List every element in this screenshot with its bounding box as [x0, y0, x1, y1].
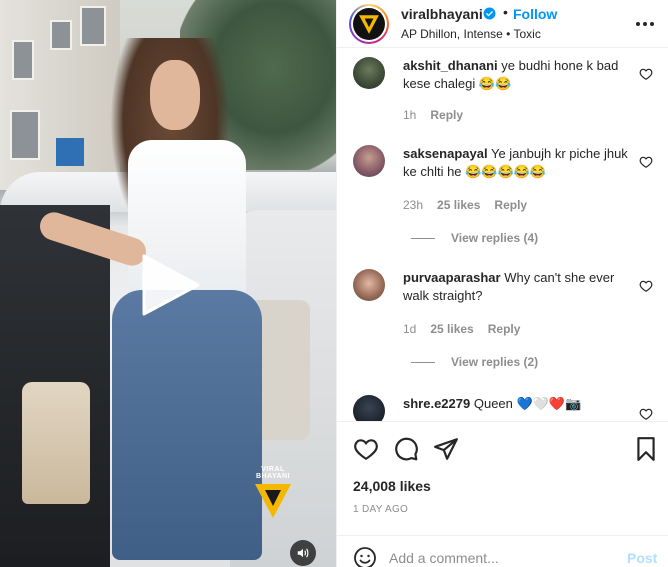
view-replies-label: View replies (4): [451, 231, 539, 245]
post-header: viralbhayani • Follow AP Dhillon, Intens…: [337, 0, 668, 48]
comment-username[interactable]: purvaaparashar: [403, 270, 501, 285]
avatar[interactable]: [353, 395, 385, 421]
avatar[interactable]: [353, 269, 385, 301]
street-sign: [56, 138, 84, 166]
add-comment-input[interactable]: [389, 550, 609, 566]
comment-item: saksenapayal Ye janbujh kr piche jhuk ke…: [353, 145, 653, 255]
share-send-icon[interactable]: [433, 436, 459, 462]
reply-button[interactable]: Reply: [430, 108, 463, 122]
person-jeans: [112, 290, 262, 560]
post-comment-button[interactable]: Post: [627, 550, 657, 566]
bookmark-icon[interactable]: [633, 436, 659, 462]
video-player[interactable]: VIRAL BHAYANI: [0, 0, 336, 567]
audio-track[interactable]: AP Dhillon, Intense • Toxic: [401, 27, 541, 41]
comment-likes[interactable]: 25 likes: [430, 322, 473, 336]
more-options-icon[interactable]: [633, 12, 657, 36]
likes-count[interactable]: 24,008 likes: [353, 478, 431, 494]
comment-meta: 1h Reply: [403, 108, 463, 122]
v-logo-icon: [255, 484, 291, 518]
avatar[interactable]: [353, 145, 385, 177]
like-heart-icon[interactable]: [639, 155, 653, 169]
avatar[interactable]: [349, 4, 389, 44]
reply-button[interactable]: Reply: [494, 198, 527, 212]
comment-text-block: shre.e2279 Queen 💙🤍❤️📷: [403, 395, 631, 413]
comment-meta: 23h 25 likes Reply: [403, 198, 527, 212]
comment-text-block: akshit_dhanani ye budhi hone k bad kese …: [403, 57, 631, 93]
comment-item: purvaaparashar Why can't she ever walk s…: [353, 269, 653, 379]
person-face: [150, 60, 200, 130]
comment-text-block: saksenapayal Ye janbujh kr piche jhuk ke…: [403, 145, 631, 181]
view-replies-button[interactable]: View replies (4): [411, 231, 538, 245]
comment-username[interactable]: akshit_dhanani: [403, 58, 498, 73]
reply-button[interactable]: Reply: [488, 322, 521, 336]
like-heart-icon[interactable]: [639, 67, 653, 81]
play-icon[interactable]: [136, 252, 202, 318]
like-heart-icon[interactable]: [639, 407, 653, 421]
verified-badge-icon: [483, 7, 496, 20]
watermark-logo: VIRAL BHAYANI: [250, 466, 296, 518]
header-separator: •: [503, 4, 508, 20]
like-heart-icon[interactable]: [639, 279, 653, 293]
comment-time: 23h: [403, 198, 424, 212]
sound-toggle-button[interactable]: [290, 540, 316, 566]
comment-text-block: purvaaparashar Why can't she ever walk s…: [403, 269, 631, 305]
view-replies-button[interactable]: View replies (2): [411, 355, 538, 369]
speaker-icon: [297, 548, 309, 558]
comment-time: 1d: [403, 322, 417, 336]
comment-username[interactable]: shre.e2279: [403, 396, 470, 411]
comment-username[interactable]: saksenapayal: [403, 146, 488, 161]
post-actions: 24,008 likes 1 DAY AGO Post: [337, 421, 668, 567]
comment-likes[interactable]: 25 likes: [437, 198, 480, 212]
watermark-text: VIRAL BHAYANI: [255, 466, 291, 480]
follow-button[interactable]: Follow: [513, 6, 557, 22]
avatar[interactable]: [353, 57, 385, 89]
add-comment-bar: Post: [337, 535, 668, 567]
post-username[interactable]: viralbhayani: [401, 6, 483, 22]
comment-text: Queen 💙🤍❤️📷: [473, 396, 582, 411]
view-replies-label: View replies (2): [451, 355, 539, 369]
comment-meta: 1d 25 likes Reply: [403, 322, 520, 336]
comments-list[interactable]: akshit_dhanani ye budhi hone k bad kese …: [337, 49, 668, 421]
handbag: [22, 382, 90, 504]
like-heart-icon[interactable]: [353, 436, 379, 462]
emoji-icon[interactable]: [353, 546, 377, 567]
comment-bubble-icon[interactable]: [393, 436, 419, 462]
post-timestamp: 1 DAY AGO: [353, 504, 409, 515]
comment-item: shre.e2279 Queen 💙🤍❤️📷: [353, 395, 653, 421]
post-sidebar: viralbhayani • Follow AP Dhillon, Intens…: [336, 0, 668, 567]
comment-item: akshit_dhanani ye budhi hone k bad kese …: [353, 57, 653, 127]
comment-time: 1h: [403, 108, 417, 122]
v-logo-icon: [359, 15, 379, 34]
